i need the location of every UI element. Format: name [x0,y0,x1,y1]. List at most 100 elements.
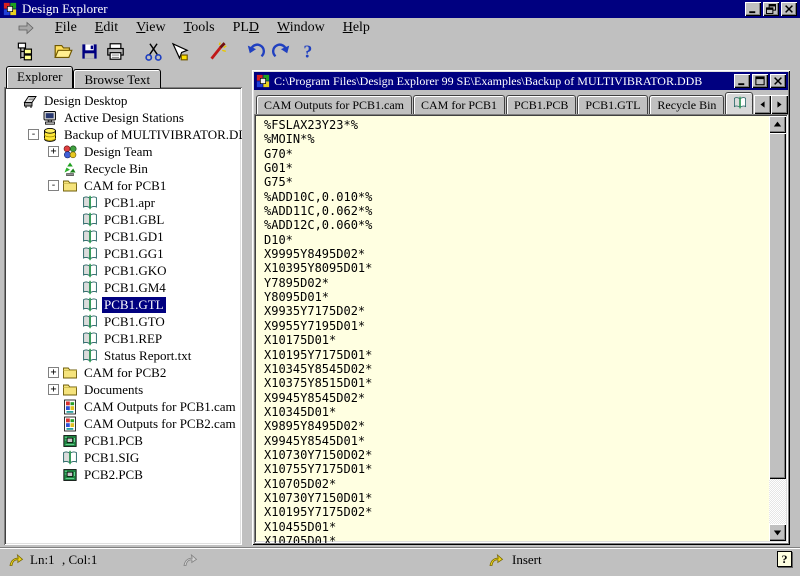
close-button[interactable] [781,2,797,16]
doc-minimize-button[interactable] [734,74,750,88]
undo-icon [246,42,265,61]
tree-item-status-report-txt[interactable]: Status Report.txt [8,347,242,364]
tree-item-backup-of-multivibrator-ddb[interactable]: -Backup of MULTIVIBRATOR.DDB [8,126,242,143]
document-icon [256,74,270,88]
expand-icon[interactable]: + [48,367,59,378]
menu-pld[interactable]: PLD [224,19,268,37]
scrollbar-thumb[interactable] [769,133,786,479]
tree-item-recycle-bin[interactable]: Recycle Bin [8,160,242,177]
help-button[interactable]: ? [294,39,320,63]
doc-close-button[interactable] [770,74,786,88]
cut-icon [144,42,163,61]
tree-item-label: PCB1.GTO [102,314,167,330]
tree-item-label: Recycle Bin [82,161,150,177]
tab-scroll-right-button[interactable] [771,95,788,114]
collapse-icon[interactable]: - [28,129,39,140]
tree-item-cam-for-pcb2[interactable]: + CAM for PCB2 [8,364,242,381]
tab-browse-text[interactable]: Browse Text [73,69,161,88]
editor-line: G01* [264,161,766,175]
expand-icon[interactable]: + [48,384,59,395]
tree-item-documents[interactable]: +Documents [8,381,242,398]
scroll-up-button[interactable] [769,116,786,133]
editor-line: Y7895D02* [264,276,766,290]
tree-item-pcb1-gko[interactable]: PCB1.GKO [8,262,242,279]
menu-view[interactable]: View [127,19,175,37]
doc-tab-pcb1-gtl[interactable]: PCB1.GTL [577,95,648,114]
cross-probe-button[interactable] [166,39,192,63]
vertical-scrollbar[interactable] [769,116,786,541]
expand-icon[interactable]: + [48,146,59,157]
minimize-button[interactable] [745,2,761,16]
tab-scroll-left-button[interactable] [754,95,771,114]
document-titlebar: C:\Program Files\Design Explorer 99 SE\E… [254,72,788,90]
tree-item-active-design-stations[interactable]: Active Design Stations [8,109,242,126]
doc-tab-recycle-bin[interactable]: Recycle Bin [649,95,724,114]
open-document-button[interactable] [50,39,76,63]
editor-line: G75* [264,175,766,189]
tree-item-design-team[interactable]: +Design Team [8,143,242,160]
doc-tab-pcb1-pcb[interactable]: PCB1.PCB [506,95,576,114]
redo-button[interactable] [268,39,294,63]
tree-item-pcb1-sig[interactable]: PCB1.SIG [8,449,242,466]
toolbar: ? [0,38,800,64]
folder-icon [62,178,78,194]
cam-icon [62,399,78,415]
doc-tab-active-pcb1-gtl[interactable]: PCB1.GTL [725,92,753,114]
scroll-down-button[interactable] [769,524,786,541]
doc-tab-cam-for-pcb1[interactable]: CAM for PCB1 [413,95,505,114]
cross-probe-icon [170,42,189,61]
print-button[interactable] [102,39,128,63]
menu-edit[interactable]: Edit [86,19,127,37]
panel-splitter[interactable] [242,64,252,545]
save-button[interactable] [76,39,102,63]
tree-item-pcb1-rep[interactable]: PCB1.REP [8,330,242,347]
tree-item-pcb1-gg1[interactable]: PCB1.GG1 [8,245,242,262]
tree-item-design-desktop[interactable]: Design Desktop [8,92,242,109]
tree-item-cam-outputs-for-pcb1-cam[interactable]: CAM Outputs for PCB1.cam [8,398,242,415]
restore-button[interactable] [763,2,779,16]
editor-line: %ADD12C,0.060*% [264,218,766,232]
editor-line: X10755Y7175D01* [264,462,766,476]
undo-button[interactable] [242,39,268,63]
menu-help[interactable]: Help [334,19,379,37]
doc-tab-cam-outputs-for-pcb1-cam[interactable]: CAM Outputs for PCB1.cam [256,95,412,114]
menu-tools[interactable]: Tools [175,19,224,37]
menu-arrow-icon[interactable] [12,20,42,36]
tree-item-pcb1-gbl[interactable]: PCB1.GBL [8,211,242,228]
menu-window[interactable]: Window [268,19,334,37]
editor-line: %ADD10C,0.010*% [264,190,766,204]
collapse-icon[interactable]: - [48,180,59,191]
minimize-icon [747,3,759,15]
tree-item-label: CAM for PCB2 [82,365,168,381]
tree-item-pcb1-gm4[interactable]: PCB1.GM4 [8,279,242,296]
book-icon [733,96,747,110]
design-manager-button[interactable] [12,39,38,63]
tree-item-pcb1-pcb[interactable]: PCB1.PCB [8,432,242,449]
tree-item-cam-outputs-for-pcb2-cam[interactable]: CAM Outputs for PCB2.cam [8,415,242,432]
tree-item-pcb1-gd1[interactable]: PCB1.GD1 [8,228,242,245]
tab-explorer[interactable]: Explorer [6,66,73,88]
book-icon [82,331,98,347]
tree-item-pcb1-gto[interactable]: PCB1.GTO [8,313,242,330]
wizard-button[interactable] [204,39,230,63]
doc-maximize-button[interactable] [752,74,768,88]
editor-line: %MOIN*% [264,132,766,146]
editor-line: X10375Y8515D01* [264,376,766,390]
cut-button[interactable] [140,39,166,63]
close-icon [772,75,784,87]
tree-item-pcb2-pcb[interactable]: PCB2.PCB [8,466,242,483]
book-icon [82,297,98,313]
tree-item-pcb1-apr[interactable]: PCB1.apr [8,194,242,211]
editor-line: %ADD11C,0.062*% [264,204,766,218]
window-title: Design Explorer [22,1,108,17]
editor-line: X9945Y8545D02* [264,391,766,405]
scroll-up-icon [771,118,784,131]
editor-content[interactable]: %FSLAX23Y23*%%MOIN*%G70*G01*G75*%ADD10C,… [264,118,766,543]
status-help-button[interactable]: ? [777,551,792,567]
tree-item-pcb1-gtl[interactable]: PCB1.GTL [8,296,242,313]
tree-item-cam-for-pcb1[interactable]: -CAM for PCB1 [8,177,242,194]
text-editor[interactable]: %FSLAX23Y23*%%MOIN*%G70*G01*G75*%ADD10C,… [254,114,788,543]
svg-text:?: ? [303,42,312,61]
menu-file[interactable]: File [46,19,86,37]
print-icon [106,42,125,61]
